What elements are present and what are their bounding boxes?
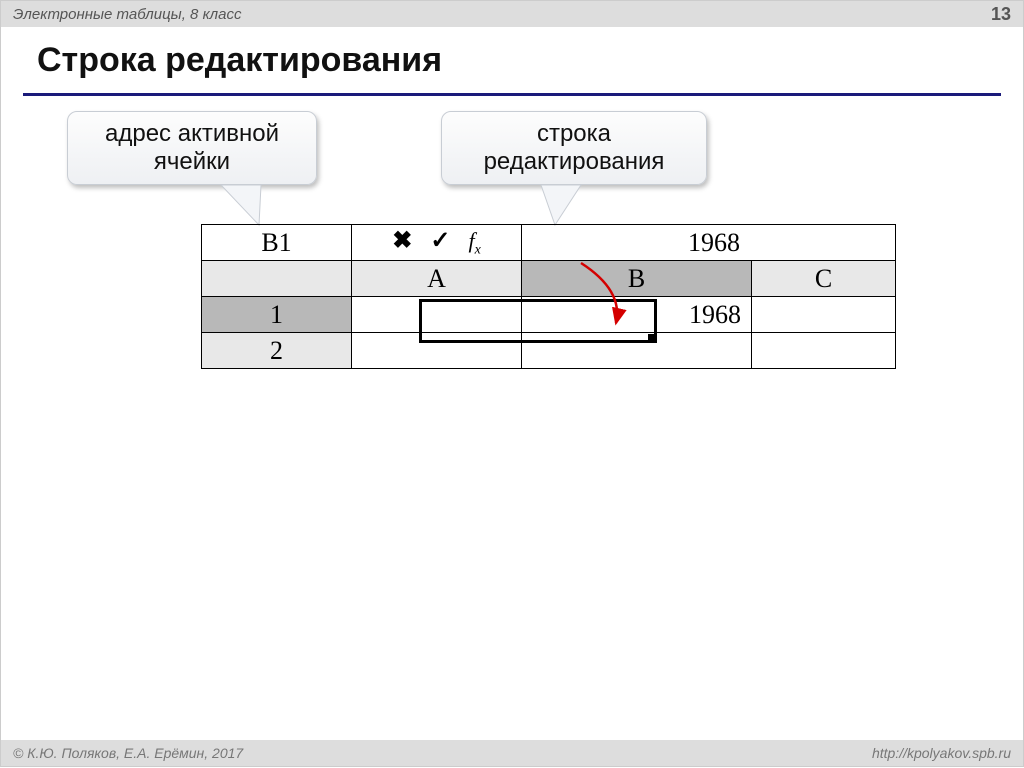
slide-header: Электронные таблицы, 8 класс 13	[1, 1, 1023, 27]
col-header-A[interactable]: A	[352, 261, 522, 297]
cell-A1[interactable]	[352, 297, 522, 333]
fill-handle[interactable]	[648, 334, 656, 342]
footer-url: http://kpolyakov.spb.ru	[872, 745, 1011, 761]
cancel-icon[interactable]: ✖	[392, 228, 418, 254]
cell-C1[interactable]	[752, 297, 896, 333]
select-all-corner[interactable]	[202, 261, 352, 297]
cell-B1[interactable]: 1968	[522, 297, 752, 333]
callout-edit-line: строка редактирования	[441, 111, 707, 185]
title-underline	[23, 93, 1001, 96]
formula-edit-input[interactable]: 1968	[522, 225, 896, 261]
row-2: 2	[202, 333, 896, 369]
slide-footer: © К.Ю. Поляков, Е.А. Ерёмин, 2017 http:/…	[1, 740, 1023, 766]
row-header-1[interactable]: 1	[202, 297, 352, 333]
slide-title: Строка редактирования	[37, 41, 442, 80]
cell-A2[interactable]	[352, 333, 522, 369]
accept-icon[interactable]: ✓	[430, 228, 456, 254]
formula-bar-buttons: ✖ ✓ fx	[352, 225, 522, 261]
callout-active-cell-address: адрес активной ячейки	[67, 111, 317, 185]
name-box[interactable]: B1	[202, 225, 352, 261]
header-subject: Электронные таблицы, 8 класс	[13, 6, 241, 23]
page-number: 13	[991, 4, 1011, 25]
row-header-2[interactable]: 2	[202, 333, 352, 369]
fx-icon[interactable]: fx	[468, 228, 480, 253]
row-1: 1 1968	[202, 297, 896, 333]
spreadsheet-mock: B1 ✖ ✓ fx 1968 A B C 1 1968 2	[201, 224, 896, 369]
cell-C2[interactable]	[752, 333, 896, 369]
cell-B2[interactable]	[522, 333, 752, 369]
col-header-C[interactable]: C	[752, 261, 896, 297]
footer-copyright: © К.Ю. Поляков, Е.А. Ерёмин, 2017	[13, 745, 243, 761]
formula-bar-row: B1 ✖ ✓ fx 1968	[202, 225, 896, 261]
column-header-row: A B C	[202, 261, 896, 297]
col-header-B[interactable]: B	[522, 261, 752, 297]
